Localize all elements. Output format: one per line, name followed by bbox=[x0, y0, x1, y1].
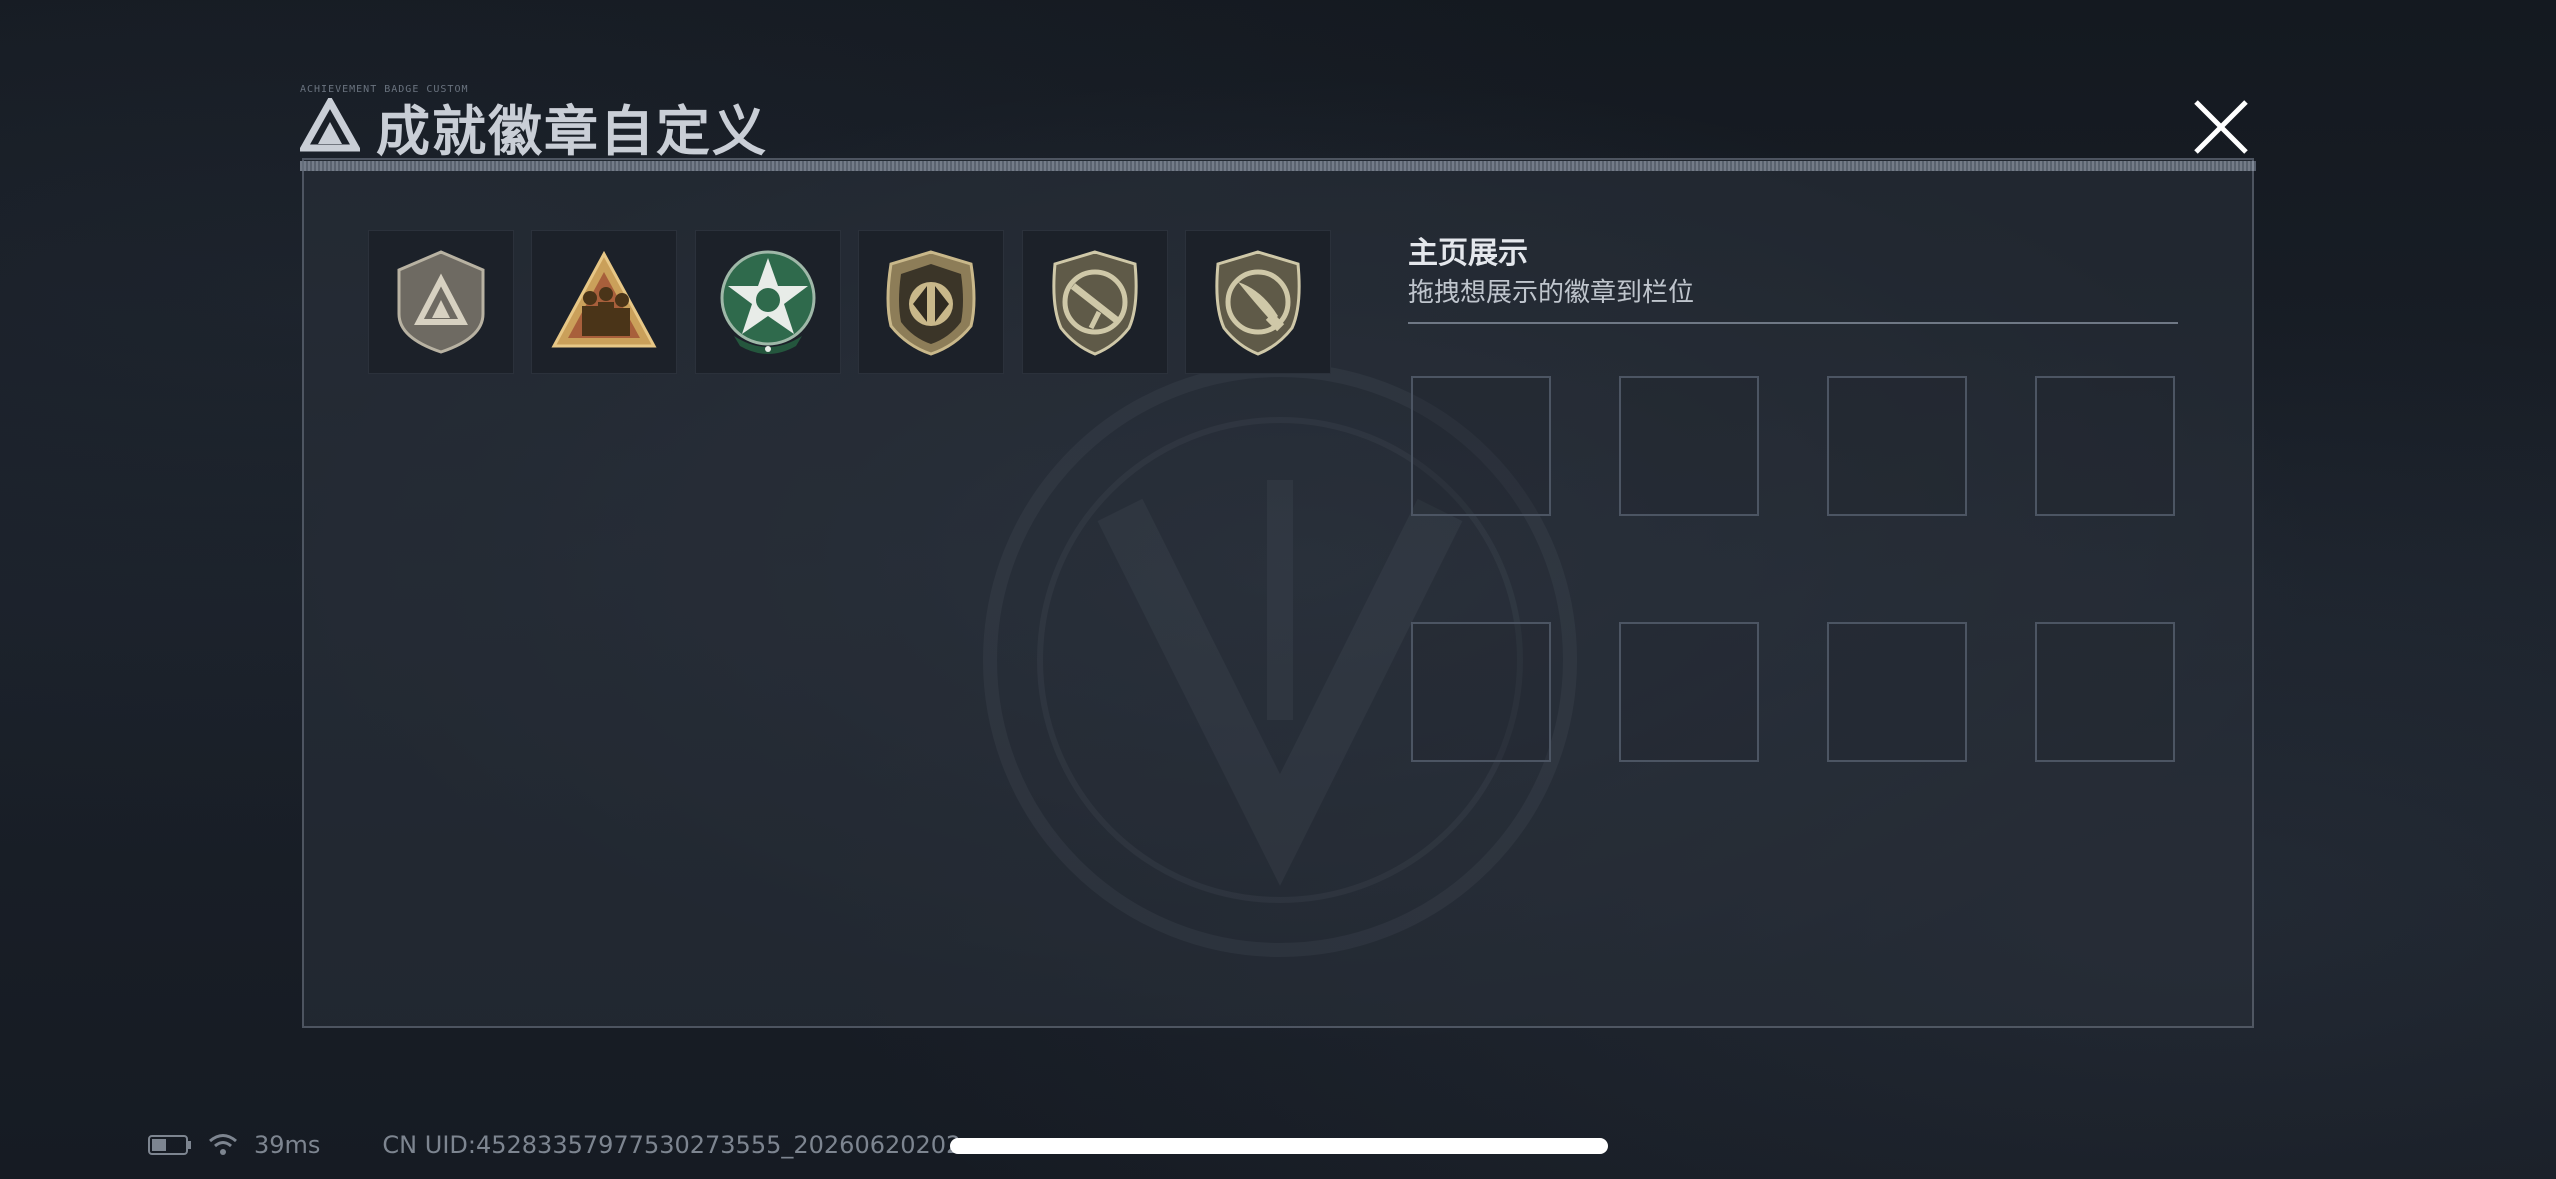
uid-text: CN UID:452833579775302735​55_20260620202 bbox=[382, 1131, 962, 1159]
ping-text: 39ms bbox=[254, 1131, 321, 1159]
badge-soldiers-triangle-icon bbox=[551, 250, 657, 348]
badge-slot[interactable] bbox=[1411, 376, 1551, 516]
panel-top-border bbox=[300, 161, 2256, 171]
badge-tile[interactable] bbox=[1022, 230, 1168, 374]
status-bar: 39ms CN UID:452833579775302735​55_202606… bbox=[148, 1128, 961, 1162]
badge-slot[interactable] bbox=[1619, 376, 1759, 516]
badge-tile[interactable] bbox=[368, 230, 514, 374]
display-section-subtitle: 拖拽想展示的徽章到栏位 bbox=[1408, 278, 1695, 308]
badge-rifle-shield-icon bbox=[1052, 250, 1138, 356]
logo-icon bbox=[300, 98, 360, 152]
display-section-title: 主页展示 bbox=[1408, 236, 1528, 271]
badge-green-star-icon bbox=[720, 250, 816, 354]
battery-icon bbox=[148, 1135, 191, 1155]
badge-slot[interactable] bbox=[2035, 376, 2175, 516]
badge-tile[interactable] bbox=[858, 230, 1004, 374]
badge-slot[interactable] bbox=[1619, 622, 1759, 762]
dialog-title: 成就徽章自定义 bbox=[376, 99, 768, 163]
wifi-icon bbox=[209, 1134, 237, 1155]
badge-knife-shield-icon bbox=[1215, 250, 1301, 356]
badge-tile[interactable] bbox=[1185, 230, 1331, 374]
badge-slot[interactable] bbox=[1827, 622, 1967, 762]
close-icon[interactable] bbox=[2190, 96, 2252, 158]
badge-shield-triangle-icon bbox=[397, 250, 485, 354]
home-indicator[interactable] bbox=[950, 1138, 1608, 1154]
badge-slot[interactable] bbox=[2035, 622, 2175, 762]
badge-slot[interactable] bbox=[1827, 376, 1967, 516]
screen: ACHIEVEMENT BADGE CUSTOM 成就徽章自定义 主页展示 拖拽… bbox=[0, 0, 2556, 1179]
dialog-title-bar: 成就徽章自定义 bbox=[300, 86, 768, 166]
badge-tile[interactable] bbox=[695, 230, 841, 374]
display-divider bbox=[1408, 322, 2178, 324]
badge-split-shield-icon bbox=[886, 250, 976, 356]
badge-tile[interactable] bbox=[531, 230, 677, 374]
badge-slot[interactable] bbox=[1411, 622, 1551, 762]
